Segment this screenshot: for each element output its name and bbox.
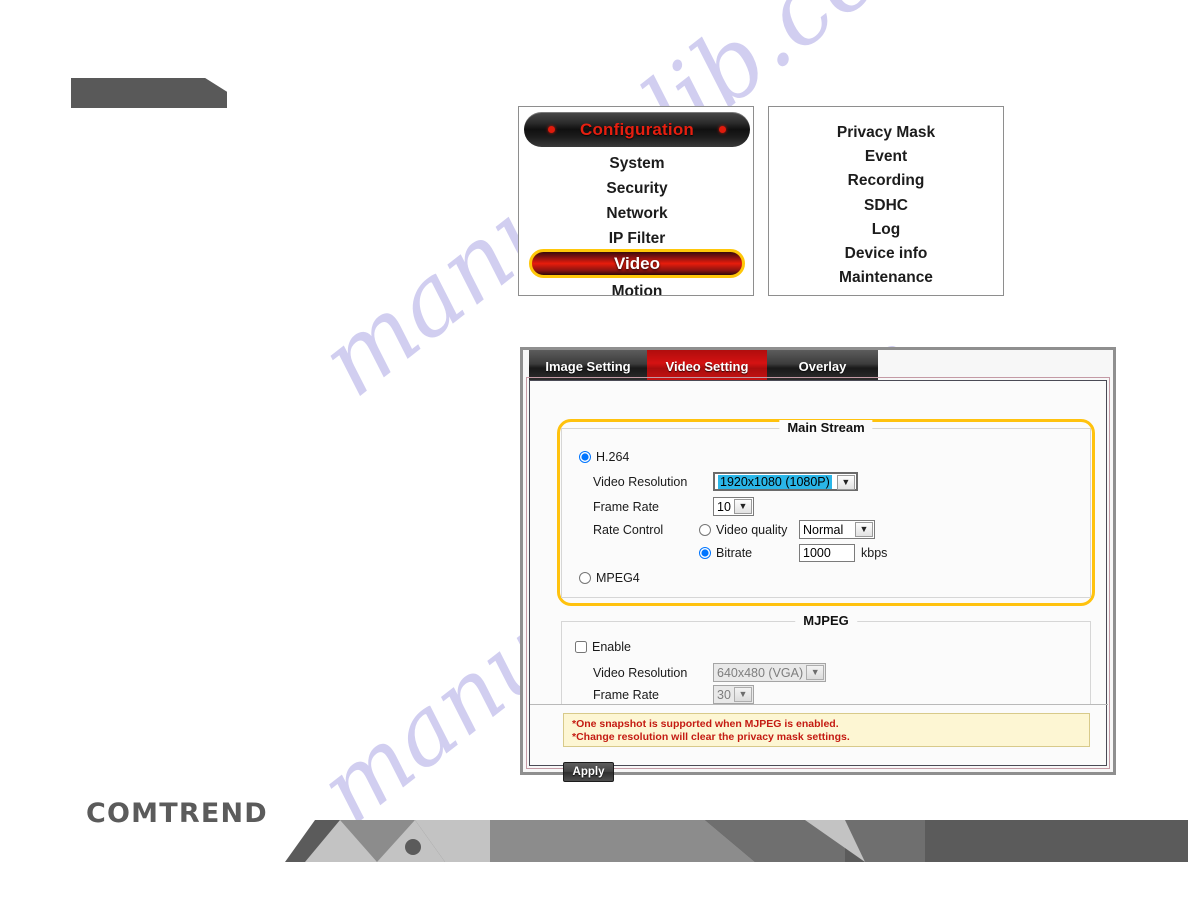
section-divider	[530, 704, 1108, 705]
note-line-1: *One snapshot is supported when MJPEG is…	[572, 718, 839, 730]
menu-item-sdhc[interactable]: SDHC	[769, 194, 1003, 218]
mjpeg-video-resolution-value: 640x480 (VGA)	[717, 665, 804, 680]
chevron-down-icon: ▼	[855, 522, 873, 537]
mjpeg-group: MJPEG Enable Video Resolution 640x480 (V…	[561, 613, 1091, 705]
main-frame-rate-select[interactable]: 10 ▼	[713, 497, 754, 516]
notes-box: *One snapshot is supported when MJPEG is…	[563, 713, 1090, 747]
menu-item-recording[interactable]: Recording	[769, 169, 1003, 193]
chevron-down-icon: ▼	[806, 665, 825, 680]
settings-content-area: Main Stream H.264 Video Resolution 1920x…	[526, 377, 1110, 782]
menu-item-motion[interactable]: Motion	[519, 283, 753, 295]
codec-mpeg4-label: MPEG4	[596, 571, 640, 585]
chevron-down-icon: ▼	[836, 475, 855, 490]
tab-bar: Image Setting Video Setting Overlay	[529, 350, 878, 383]
menu-item-privacy-mask[interactable]: Privacy Mask	[769, 121, 1003, 145]
tab-overlay[interactable]: Overlay	[767, 350, 878, 383]
configuration-menu-panel-2: Privacy Mask Event Recording SDHC Log De…	[768, 106, 1004, 296]
mjpeg-video-resolution-label: Video Resolution	[593, 665, 688, 680]
menu-item-device-info[interactable]: Device info	[769, 242, 1003, 266]
menu-item-video[interactable]: Video	[529, 249, 745, 278]
main-frame-rate-row: Frame Rate 10 ▼	[593, 497, 754, 516]
configuration-title-label: Configuration	[579, 119, 695, 139]
bitrate-row: Bitrate kbps	[699, 544, 887, 562]
mjpeg-frame-rate-value: 30	[717, 687, 731, 702]
chevron-down-icon: ▼	[733, 687, 752, 702]
radio-h264[interactable]	[579, 451, 591, 463]
main-stream-group: Main Stream H.264 Video Resolution 1920x…	[561, 420, 1091, 598]
main-video-resolution-select[interactable]: 1920x1080 (1080P) ▼	[713, 472, 858, 491]
bitrate-label: Bitrate	[716, 546, 753, 560]
codec-mpeg4-row: MPEG4	[579, 571, 640, 585]
main-video-resolution-label: Video Resolution	[593, 474, 688, 489]
video-quality-select[interactable]: Normal ▼	[799, 520, 875, 539]
codec-h264-label: H.264	[596, 450, 630, 464]
tab-image-setting[interactable]: Image Setting	[529, 350, 647, 383]
menu-item-system[interactable]: System	[519, 155, 753, 173]
led-dot-icon	[719, 126, 726, 133]
mjpeg-frame-rate-label: Frame Rate	[593, 687, 659, 702]
menu-item-ip-filter[interactable]: IP Filter	[519, 230, 753, 248]
mjpeg-frame-rate-select[interactable]: 30 ▼	[713, 685, 754, 704]
comtrend-logo: COMTREND	[86, 798, 268, 829]
video-settings-panel: Image Setting Video Setting Overlay Main…	[520, 347, 1116, 782]
main-stream-title: Main Stream	[779, 420, 873, 435]
bitrate-unit-label: kbps	[861, 546, 888, 560]
main-frame-rate-value: 10	[717, 499, 731, 514]
main-frame-rate-label: Frame Rate	[593, 499, 659, 514]
menu-item-network[interactable]: Network	[519, 205, 753, 223]
menu-item-event[interactable]: Event	[769, 145, 1003, 169]
rate-control-row: Rate Control Video quality Normal ▼	[593, 520, 875, 539]
configuration-menu-panel: Configuration System Security Network IP…	[518, 106, 754, 296]
menu-item-maintenance[interactable]: Maintenance	[769, 266, 1003, 290]
led-dot-icon	[548, 126, 555, 133]
menu-item-log[interactable]: Log	[769, 218, 1003, 242]
header-tab-shape	[71, 78, 227, 108]
mjpeg-enable-row: Enable	[575, 640, 631, 654]
banner-chevrons-icon	[285, 820, 1188, 862]
configuration-menu-title: Configuration	[524, 112, 750, 147]
rate-control-label: Rate Control	[593, 522, 664, 537]
radio-bitrate[interactable]	[699, 547, 711, 559]
main-video-resolution-row: Video Resolution 1920x1080 (1080P) ▼	[593, 472, 858, 491]
video-quality-label: Video quality	[716, 522, 788, 537]
tab-video-setting[interactable]: Video Setting	[647, 350, 767, 383]
mjpeg-video-resolution-row: Video Resolution 640x480 (VGA) ▼	[593, 663, 827, 682]
menu-item-security[interactable]: Security	[519, 180, 753, 198]
checkbox-mjpeg-enable[interactable]	[575, 641, 587, 653]
main-video-resolution-value: 1920x1080 (1080P)	[718, 474, 832, 489]
mjpeg-frame-rate-row: Frame Rate 30 ▼	[593, 685, 754, 704]
mjpeg-video-resolution-select[interactable]: 640x480 (VGA) ▼	[713, 663, 827, 682]
bottom-decorative-banner	[285, 820, 1188, 862]
radio-mpeg4[interactable]	[579, 572, 591, 584]
mjpeg-enable-label: Enable	[592, 640, 631, 654]
mjpeg-title: MJPEG	[795, 613, 857, 628]
radio-video-quality[interactable]	[699, 523, 711, 536]
bitrate-input[interactable]	[799, 544, 855, 562]
note-line-2: *Change resolution will clear the privac…	[572, 731, 850, 743]
apply-button[interactable]: Apply	[563, 762, 614, 782]
codec-h264-row: H.264	[579, 450, 629, 464]
video-quality-value: Normal	[803, 522, 844, 537]
chevron-down-icon: ▼	[733, 499, 752, 514]
